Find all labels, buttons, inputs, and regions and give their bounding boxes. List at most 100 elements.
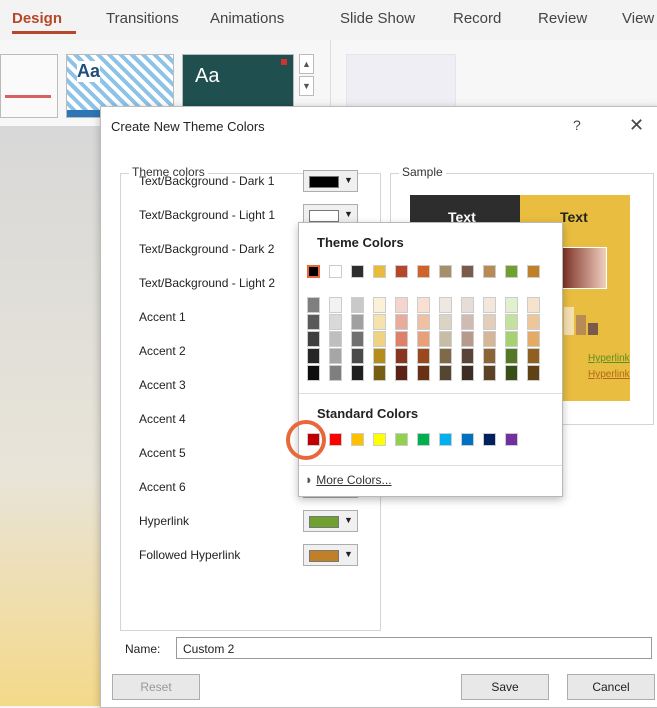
theme-shade-swatch[interactable] [395, 348, 408, 364]
theme-shade-swatch[interactable] [373, 297, 386, 313]
standard-color-swatch[interactable] [461, 433, 474, 446]
theme-color-swatch[interactable] [307, 265, 320, 278]
theme-shade-swatch[interactable] [461, 348, 474, 364]
theme-shade-swatch[interactable] [307, 331, 320, 347]
reset-button[interactable]: Reset [112, 674, 200, 700]
gallery-scroll-down-button[interactable]: ▼ [299, 76, 314, 96]
theme-shade-swatch[interactable] [527, 314, 540, 330]
theme-shade-swatch[interactable] [461, 365, 474, 381]
gallery-scroll-up-button[interactable]: ▲ [299, 54, 314, 74]
sample-bar [564, 307, 574, 335]
theme-color-swatch[interactable] [373, 265, 386, 278]
theme-shade-swatch[interactable] [329, 331, 342, 347]
theme-shade-swatch[interactable] [439, 297, 452, 313]
standard-color-swatch[interactable] [505, 433, 518, 446]
theme-shade-swatch[interactable] [373, 314, 386, 330]
standard-color-swatch[interactable] [439, 433, 452, 446]
color-dropdown-button[interactable]: ▼ [303, 510, 358, 532]
tab-transitions[interactable]: Transitions [106, 10, 179, 27]
theme-shade-swatch[interactable] [395, 365, 408, 381]
standard-color-swatch[interactable] [395, 433, 408, 446]
theme-shade-swatch[interactable] [351, 297, 364, 313]
theme-shade-swatch[interactable] [527, 331, 540, 347]
tab-design[interactable]: Design [12, 10, 62, 27]
theme-shade-swatch[interactable] [439, 331, 452, 347]
tab-view[interactable]: View [622, 10, 654, 27]
standard-color-swatch[interactable] [329, 433, 342, 446]
theme-shade-swatch[interactable] [307, 365, 320, 381]
theme-shade-swatch[interactable] [505, 314, 518, 330]
theme-shade-swatch[interactable] [417, 348, 430, 364]
standard-color-swatch[interactable] [417, 433, 430, 446]
tab-review[interactable]: Review [538, 10, 587, 27]
theme-shade-swatch[interactable] [505, 331, 518, 347]
color-dropdown-button[interactable]: ▼ [303, 170, 358, 192]
tab-record[interactable]: Record [453, 10, 501, 27]
theme-thumbnail-sample-text: Aa [77, 61, 101, 82]
theme-shade-swatch[interactable] [329, 297, 342, 313]
more-colors-item[interactable]: ◗ More Colors... [305, 472, 392, 487]
theme-shade-swatch[interactable] [505, 348, 518, 364]
tab-slide-show[interactable]: Slide Show [340, 10, 415, 27]
theme-shade-swatch[interactable] [417, 297, 430, 313]
theme-shade-swatch[interactable] [351, 331, 364, 347]
theme-shade-swatch[interactable] [439, 365, 452, 381]
save-button[interactable]: Save [461, 674, 549, 700]
theme-color-swatch[interactable] [395, 265, 408, 278]
theme-shade-swatch[interactable] [417, 331, 430, 347]
theme-shade-swatch[interactable] [373, 365, 386, 381]
theme-shade-swatch[interactable] [329, 314, 342, 330]
sample-text-light: Text [560, 209, 588, 225]
theme-shade-swatch[interactable] [395, 314, 408, 330]
theme-color-row-label: Accent 6 [139, 480, 186, 494]
theme-shade-swatch[interactable] [373, 331, 386, 347]
help-button[interactable]: ? [573, 117, 581, 133]
tab-animations[interactable]: Animations [210, 10, 284, 27]
theme-shade-swatch[interactable] [483, 314, 496, 330]
theme-shade-swatch[interactable] [461, 314, 474, 330]
theme-shade-swatch[interactable] [461, 331, 474, 347]
theme-thumbnail-office[interactable] [0, 54, 58, 118]
theme-color-swatch[interactable] [329, 265, 342, 278]
theme-shade-swatch[interactable] [351, 365, 364, 381]
theme-shade-swatch[interactable] [527, 348, 540, 364]
theme-shade-swatch[interactable] [395, 297, 408, 313]
theme-shade-swatch[interactable] [351, 348, 364, 364]
name-input[interactable]: Custom 2 [176, 637, 652, 659]
theme-shade-swatch[interactable] [351, 314, 364, 330]
theme-color-swatch[interactable] [505, 265, 518, 278]
theme-shade-swatch[interactable] [395, 331, 408, 347]
close-button[interactable]: ✕ [629, 115, 644, 136]
standard-color-swatch[interactable] [373, 433, 386, 446]
theme-shade-swatch[interactable] [307, 314, 320, 330]
theme-shade-swatch[interactable] [483, 365, 496, 381]
cancel-button[interactable]: Cancel [567, 674, 655, 700]
theme-shade-swatch[interactable] [417, 365, 430, 381]
theme-shade-swatch[interactable] [439, 348, 452, 364]
theme-shade-swatch[interactable] [329, 348, 342, 364]
theme-color-swatch[interactable] [461, 265, 474, 278]
theme-shade-swatch[interactable] [307, 348, 320, 364]
theme-shade-swatch[interactable] [307, 297, 320, 313]
theme-shade-swatch[interactable] [527, 297, 540, 313]
theme-shade-swatch[interactable] [483, 331, 496, 347]
standard-color-swatch[interactable] [351, 433, 364, 446]
theme-shade-swatch[interactable] [461, 297, 474, 313]
theme-shade-swatch[interactable] [483, 297, 496, 313]
theme-shade-swatch[interactable] [329, 365, 342, 381]
theme-shade-swatch[interactable] [483, 348, 496, 364]
theme-shade-swatch[interactable] [439, 314, 452, 330]
standard-color-swatch[interactable] [483, 433, 496, 446]
theme-shade-swatch[interactable] [505, 365, 518, 381]
color-swatch [309, 550, 339, 562]
theme-shade-swatch[interactable] [527, 365, 540, 381]
theme-color-swatch[interactable] [351, 265, 364, 278]
theme-color-swatch[interactable] [439, 265, 452, 278]
theme-color-swatch[interactable] [417, 265, 430, 278]
theme-shade-swatch[interactable] [505, 297, 518, 313]
theme-color-swatch[interactable] [527, 265, 540, 278]
theme-shade-swatch[interactable] [417, 314, 430, 330]
color-dropdown-button[interactable]: ▼ [303, 544, 358, 566]
theme-shade-swatch[interactable] [373, 348, 386, 364]
theme-color-swatch[interactable] [483, 265, 496, 278]
